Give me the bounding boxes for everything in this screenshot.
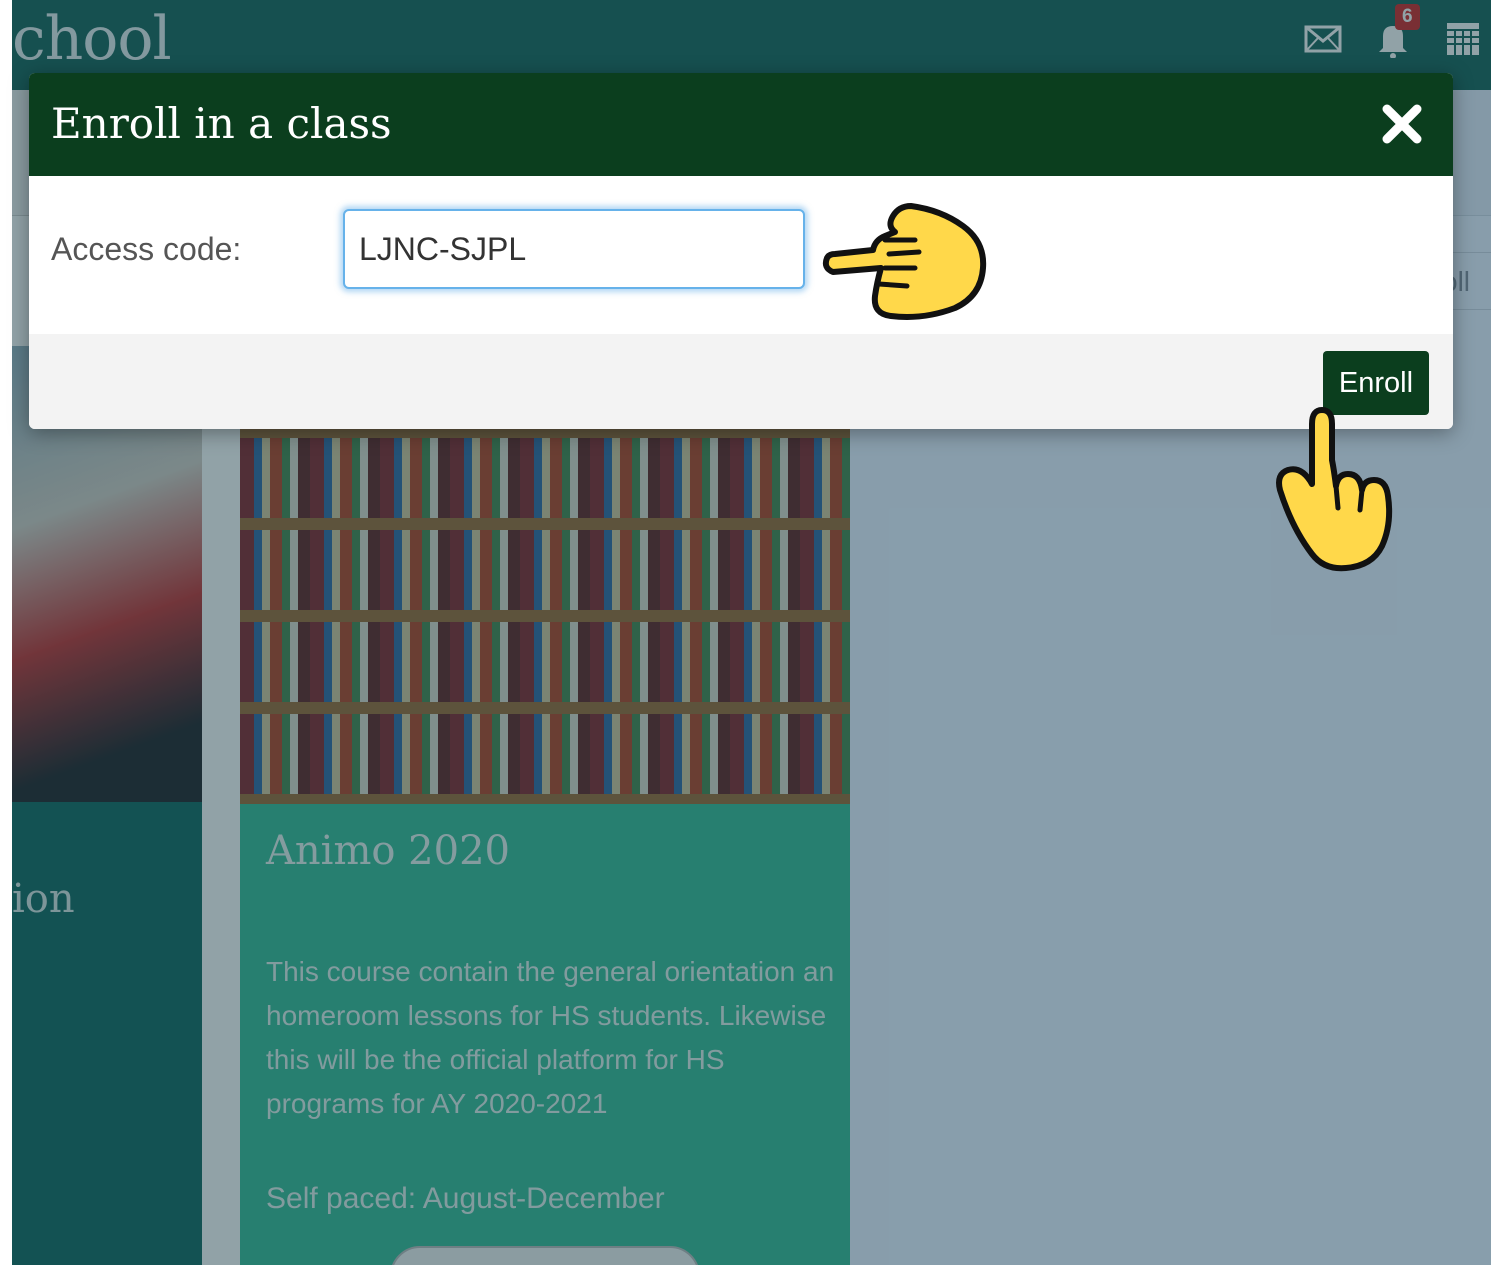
clicking-hand-icon	[1276, 407, 1393, 572]
modal-title: Enroll in a class	[51, 99, 392, 148]
access-code-label: Access code:	[51, 231, 242, 267]
access-code-input[interactable]	[343, 209, 805, 289]
close-button[interactable]	[1379, 101, 1425, 147]
pointing-hand-icon	[822, 203, 987, 320]
modal-body: Access code:	[29, 176, 1453, 334]
modal-header: Enroll in a class	[29, 73, 1453, 176]
enroll-modal: Enroll in a class Access code: Enroll	[29, 73, 1453, 429]
modal-footer: Enroll	[29, 334, 1453, 429]
close-icon	[1382, 104, 1422, 144]
